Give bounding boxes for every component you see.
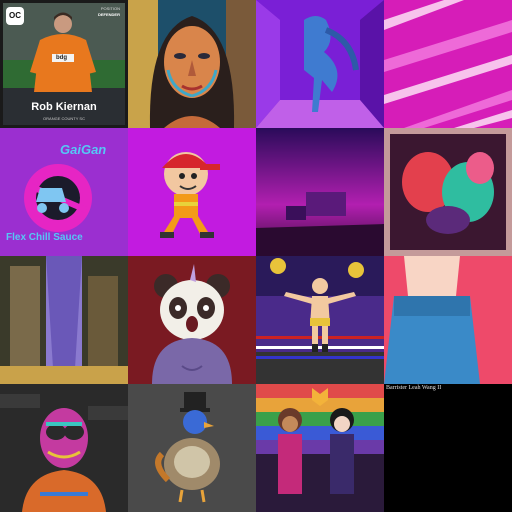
gallery-tile-cartoon-kid[interactable] xyxy=(128,128,256,256)
gallery-tile-sleeve[interactable] xyxy=(384,256,512,384)
gallery-tile-panda[interactable] xyxy=(128,256,256,384)
gallery-tile-brand-logo[interactable]: GaiGan Flex Chill Sauce xyxy=(0,128,128,256)
city-skyline-art xyxy=(0,256,128,384)
card-position: DEFENDER xyxy=(97,12,120,17)
pigeon-art xyxy=(128,384,256,512)
card-badge: OC xyxy=(6,7,24,25)
cartoon-kid-art xyxy=(128,128,256,256)
card-position-label: POSITION xyxy=(100,6,120,11)
gallery-tile-purple-landscape[interactable] xyxy=(256,128,384,256)
card-player-name: Rob Kiernan xyxy=(31,101,97,113)
gallery-tile-city-skyline[interactable] xyxy=(0,256,128,384)
glitch-faces-art xyxy=(384,128,512,256)
gallery-tile-purple-figure[interactable] xyxy=(256,0,384,128)
portrait-art xyxy=(128,0,256,128)
card-sponsor: bdg xyxy=(56,55,67,61)
gallery-tile-colorful-man[interactable] xyxy=(0,384,128,512)
purple-landscape-art xyxy=(256,128,384,256)
magenta-stripes-art xyxy=(384,0,512,128)
colorful-man-art xyxy=(0,384,128,512)
gallery-tile-soccer-card[interactable]: OC POSITION DEFENDER bdg Rob Kiernan ORA… xyxy=(0,0,128,128)
pixel-couple-art xyxy=(256,384,384,512)
gallery-tile-painted-portrait[interactable] xyxy=(128,0,256,128)
gallery-tile-pigeon[interactable] xyxy=(128,384,256,512)
wrestler-art xyxy=(256,256,384,384)
gallery-tile-wrestler[interactable] xyxy=(256,256,384,384)
nft-gallery-grid: OC POSITION DEFENDER bdg Rob Kiernan ORA… xyxy=(0,0,512,512)
brand-logo-bottom-text: Flex Chill Sauce xyxy=(6,232,83,243)
purple-figure-art xyxy=(256,0,384,128)
gallery-tile-pixel-couple[interactable] xyxy=(256,384,384,512)
gallery-tile-glitch-faces[interactable] xyxy=(384,128,512,256)
panda-art xyxy=(128,256,256,384)
gallery-tile-magenta-stripes[interactable] xyxy=(384,0,512,128)
sleeve-art xyxy=(384,256,512,384)
caption-title: Barrister Leah Wang II xyxy=(386,385,442,391)
brand-logo-top-text: GaiGan xyxy=(60,142,107,157)
gallery-tile-caption[interactable]: Barrister Leah Wang II xyxy=(384,384,512,512)
card-team: ORANGE COUNTY SC xyxy=(43,116,85,121)
